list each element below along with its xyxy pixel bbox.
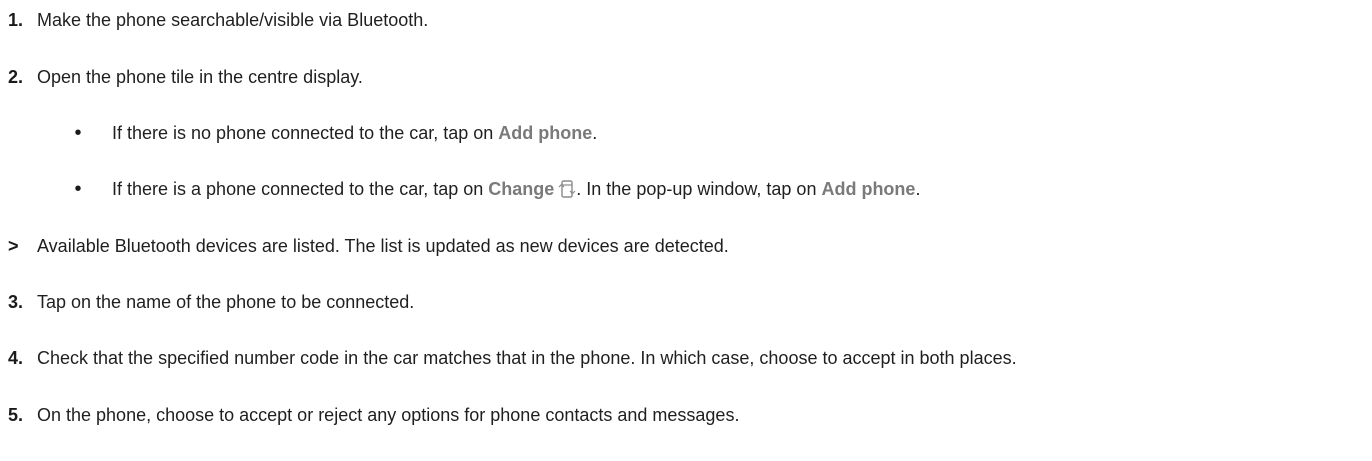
phone-switch-icon [558, 179, 576, 199]
bullet-item-phone-connected: • If there is a phone connected to the c… [0, 177, 1372, 201]
step-5: 5. On the phone, choose to accept or rej… [0, 403, 1372, 427]
add-phone-label: Add phone [498, 123, 593, 143]
step-1: 1. Make the phone searchable/visible via… [0, 8, 1372, 32]
step-text: On the phone, choose to accept or reject… [37, 405, 740, 425]
step-number: 1. [8, 10, 24, 30]
step-number: 4. [8, 348, 24, 368]
bullet-item-no-phone: • If there is no phone connected to the … [0, 121, 1372, 145]
add-phone-label: Add phone [821, 179, 916, 199]
step-3: 3. Tap on the name of the phone to be co… [0, 290, 1372, 314]
step-text: Open the phone tile in the centre displa… [37, 67, 363, 87]
bullet-text-pre: If there is a phone connected to the car… [112, 179, 489, 199]
bullet-text-pre: If there is no phone connected to the ca… [112, 123, 499, 143]
step-4: 4. Check that the specified number code … [0, 346, 1372, 370]
bullet-text-mid: . In the pop-up window, tap on [576, 179, 822, 199]
bullet-text-post: . [592, 123, 598, 143]
change-label: Change [488, 179, 555, 199]
result-marker: > [8, 236, 19, 256]
bullet-marker: • [74, 178, 82, 200]
step-number: 3. [8, 292, 24, 312]
step-result: > Available Bluetooth devices are listed… [0, 234, 1372, 258]
step-text: Check that the specified number code in … [37, 348, 1017, 368]
step-text: Tap on the name of the phone to be conne… [37, 292, 415, 312]
step-2: 2. Open the phone tile in the centre dis… [0, 65, 1372, 89]
bullet-text: If there is a phone connected to the car… [112, 177, 920, 201]
step-number: 2. [8, 67, 24, 87]
bullet-text: If there is no phone connected to the ca… [112, 121, 597, 145]
bullet-marker: • [74, 122, 82, 144]
bullet-text-post: . [915, 179, 921, 199]
result-text: Available Bluetooth devices are listed. … [37, 236, 729, 256]
step-text: Make the phone searchable/visible via Bl… [37, 10, 429, 30]
step-number: 5. [8, 405, 24, 425]
